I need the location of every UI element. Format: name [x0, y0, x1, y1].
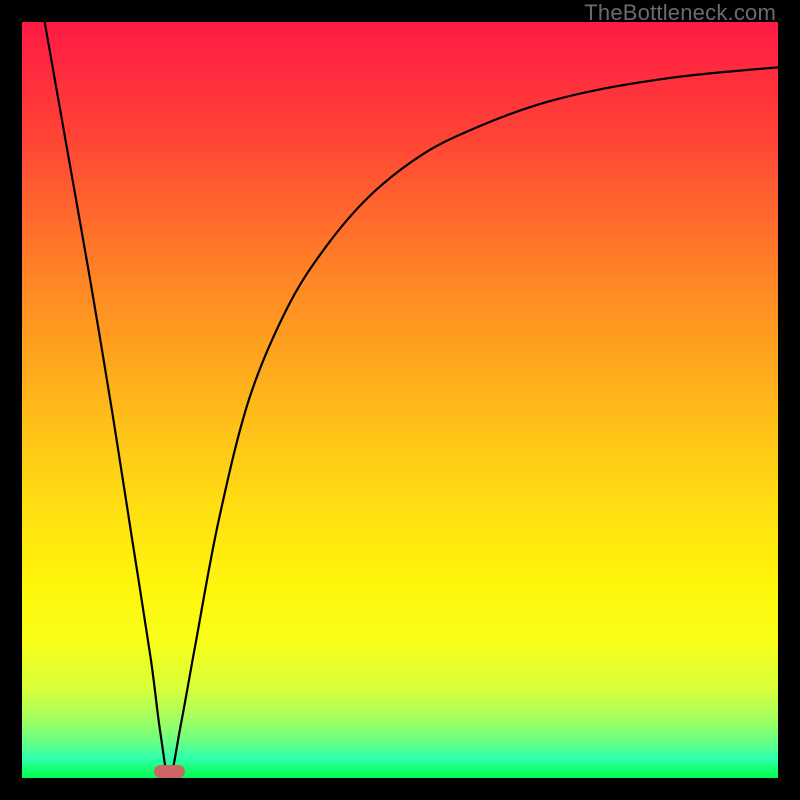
optimal-range-marker — [154, 765, 186, 778]
chart-frame: TheBottleneck.com — [0, 0, 800, 800]
plot-area — [22, 22, 778, 778]
watermark-text: TheBottleneck.com — [584, 0, 776, 26]
